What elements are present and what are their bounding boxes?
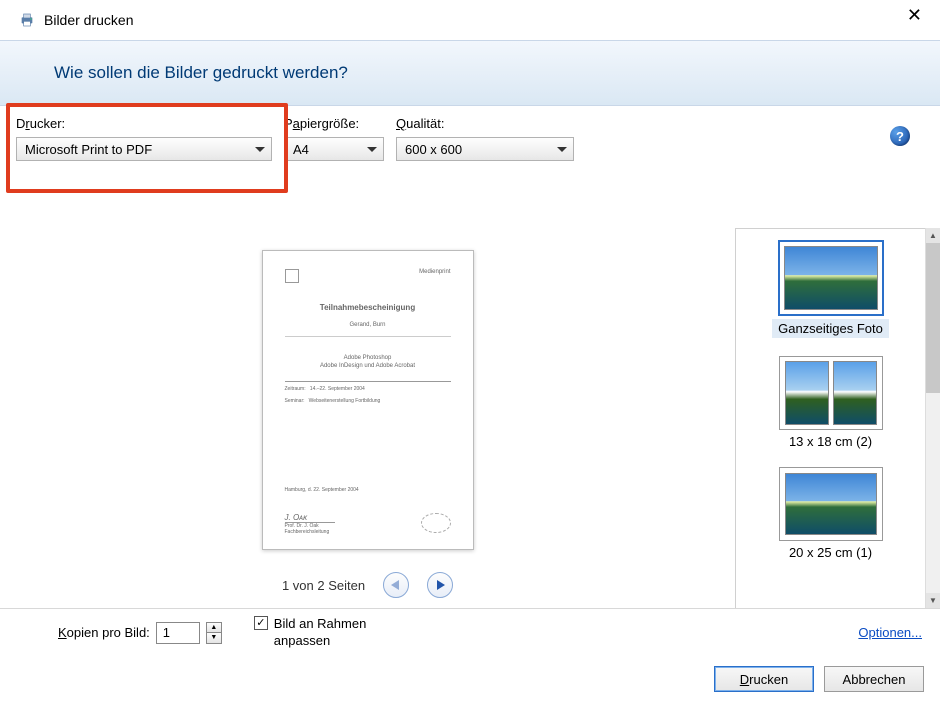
printer-icon <box>18 12 36 28</box>
quality-field: Qualität: 600 x 600 <box>396 116 574 161</box>
chevron-down-icon <box>557 147 567 152</box>
printer-value: Microsoft Print to PDF <box>25 142 152 157</box>
copies-input[interactable] <box>156 622 200 644</box>
copies-field: Kopien pro Bild: ▲ ▼ <box>58 622 222 644</box>
layout-thumb <box>779 356 883 430</box>
layout-fullpage[interactable]: Ganzseitiges Foto <box>770 237 891 342</box>
layout-thumb <box>779 241 883 315</box>
titlebar: Bilder drucken ✕ <box>0 0 940 40</box>
layout-label: 20 x 25 cm (1) <box>789 545 872 560</box>
layout-label: Ganzseitiges Foto <box>772 319 889 338</box>
bottom-bar: Kopien pro Bild: ▲ ▼ ✓ Bild an Rahmen an… <box>0 608 940 656</box>
close-button[interactable]: ✕ <box>899 2 930 28</box>
body-area: Medienprint Teilnahmebescheinigung Geran… <box>0 228 940 608</box>
next-page-button[interactable] <box>427 572 453 598</box>
papersize-value: A4 <box>293 142 309 157</box>
copies-spinner[interactable]: ▲ ▼ <box>206 622 222 644</box>
fit-to-frame-label: Bild an Rahmen anpassen <box>274 616 394 649</box>
copies-up[interactable]: ▲ <box>207 623 221 634</box>
preview-pane: Medienprint Teilnahmebescheinigung Geran… <box>0 228 735 608</box>
papersize-label: Papiergröße: <box>284 116 384 131</box>
scroll-thumb[interactable] <box>926 243 940 393</box>
chevron-down-icon <box>367 147 377 152</box>
config-row: Drucker: Microsoft Print to PDF Papiergr… <box>0 106 940 161</box>
scroll-down-button[interactable]: ▼ <box>926 593 940 608</box>
quality-combo[interactable]: 600 x 600 <box>396 137 574 161</box>
papersize-combo[interactable]: A4 <box>284 137 384 161</box>
button-row: Drucken Abbrechen <box>714 666 924 692</box>
doc-title: Teilnahmebescheinigung <box>285 303 451 312</box>
page-preview: Medienprint Teilnahmebescheinigung Geran… <box>262 250 474 550</box>
fit-to-frame-field: ✓ Bild an Rahmen anpassen <box>254 616 394 649</box>
doc-line1: Adobe Photoshop <box>285 355 451 361</box>
copies-down[interactable]: ▼ <box>207 633 221 643</box>
scrollbar[interactable]: ▲ ▼ <box>925 228 940 608</box>
help-icon[interactable]: ? <box>890 126 910 146</box>
pager: 1 von 2 Seiten <box>282 572 453 598</box>
print-button[interactable]: Drucken <box>714 666 814 692</box>
chevron-down-icon <box>255 147 265 152</box>
quality-label: Qualität: <box>396 116 574 131</box>
titlebar-left: Bilder drucken <box>18 12 134 28</box>
doc-line2: Adobe InDesign und Adobe Acrobat <box>285 363 451 369</box>
printer-field: Drucker: Microsoft Print to PDF <box>16 116 272 161</box>
scroll-up-button[interactable]: ▲ <box>926 228 940 243</box>
question-band: Wie sollen die Bilder gedruckt werden? <box>0 40 940 106</box>
doc-name: Gerand, Burn <box>285 322 451 328</box>
layout-label: 13 x 18 cm (2) <box>789 434 872 449</box>
layout-sidebar: Ganzseitiges Foto 13 x 18 cm (2) 20 x 25… <box>735 228 925 608</box>
pager-text: 1 von 2 Seiten <box>282 578 365 593</box>
fit-to-frame-checkbox[interactable]: ✓ <box>254 616 268 630</box>
prev-page-button[interactable] <box>383 572 409 598</box>
printer-label: Drucker: <box>16 116 272 131</box>
copies-label: Kopien pro Bild: <box>58 625 150 640</box>
layout-13x18[interactable]: 13 x 18 cm (2) <box>777 352 885 453</box>
layout-thumb <box>779 467 883 541</box>
layout-20x25[interactable]: 20 x 25 cm (1) <box>777 463 885 564</box>
scroll-track[interactable] <box>926 243 940 593</box>
question-text: Wie sollen die Bilder gedruckt werden? <box>54 63 886 83</box>
printer-combo[interactable]: Microsoft Print to PDF <box>16 137 272 161</box>
quality-value: 600 x 600 <box>405 142 462 157</box>
options-link[interactable]: Optionen... <box>858 625 922 640</box>
window-title: Bilder drucken <box>44 12 134 28</box>
papersize-field: Papiergröße: A4 <box>284 116 384 161</box>
cancel-button[interactable]: Abbrechen <box>824 666 924 692</box>
